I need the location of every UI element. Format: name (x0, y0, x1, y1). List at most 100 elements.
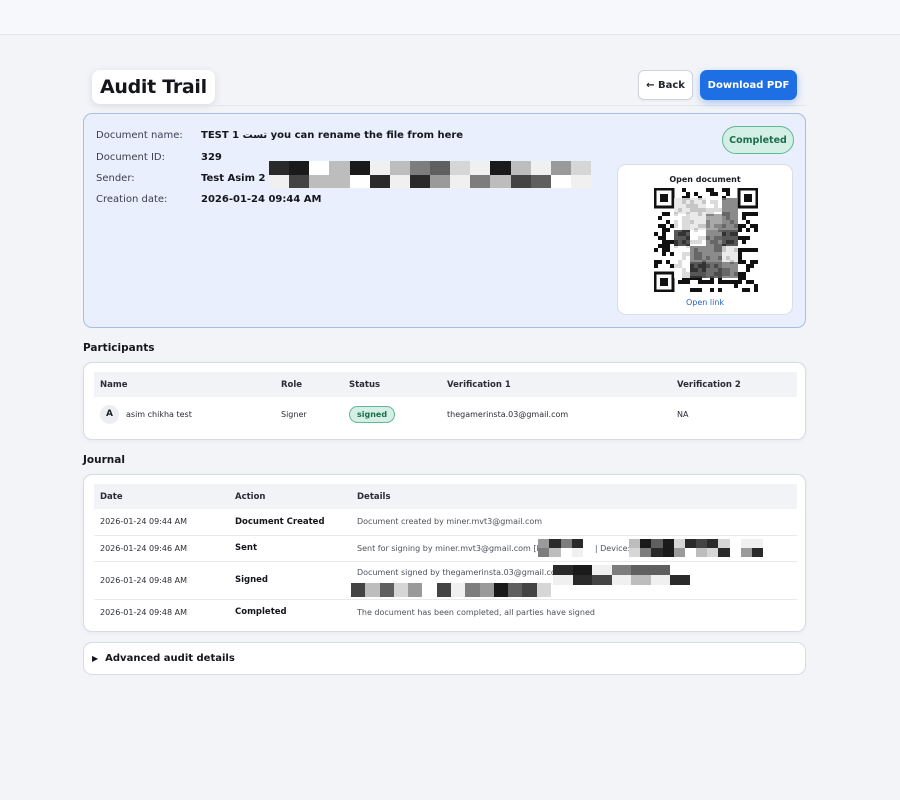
redaction-block (379, 582, 394, 597)
qr-module (750, 224, 754, 228)
redaction-block (365, 582, 380, 597)
qr-module (738, 236, 742, 240)
sender-value: Test Asim 2 (201, 172, 266, 184)
redaction-block (560, 538, 572, 548)
qr-module (698, 280, 702, 284)
qr-module (726, 192, 730, 196)
qr-module (658, 216, 662, 220)
redaction-block (450, 582, 466, 597)
redaction-block (289, 161, 310, 175)
download-pdf-button[interactable]: Download PDF (700, 70, 797, 100)
back-button[interactable]: ← Back (638, 70, 693, 100)
qr-module (726, 280, 730, 284)
redaction-block (490, 174, 511, 188)
qr-module (746, 288, 750, 292)
redaction-block (389, 174, 410, 188)
redaction-block (522, 582, 537, 597)
qr-module (738, 260, 742, 264)
document-id-label: Document ID: (96, 151, 166, 163)
sender-label: Sender: (96, 172, 135, 184)
table-row: 2026-01-24 09:44 AM Document Created Doc… (94, 509, 797, 536)
redaction-block (592, 564, 612, 575)
page-title-box: Audit Trail (92, 70, 215, 104)
redaction-block (510, 174, 531, 188)
qr-code-icon[interactable] (654, 188, 758, 292)
participants-table: Name Role Status Verification 1 Verifica… (94, 372, 797, 431)
redaction-block (740, 547, 752, 557)
triangle-right-icon: ▶ (92, 654, 99, 663)
redaction-block (611, 564, 632, 575)
qr-module (706, 280, 710, 284)
qr-module (658, 244, 662, 248)
redaction-block (493, 582, 509, 597)
qr-blur-block (674, 214, 690, 230)
qr-module (746, 268, 750, 272)
redaction-block (465, 582, 480, 597)
qr-blur-block (706, 246, 722, 262)
qr-module (710, 192, 714, 196)
qr-module (654, 232, 658, 236)
qr-module (662, 252, 666, 256)
qr-module (738, 224, 742, 228)
qr-blur-block (706, 262, 722, 278)
redaction-block (309, 161, 330, 175)
qr-module (666, 228, 670, 232)
top-bar (0, 0, 900, 35)
qr-blur-block (722, 198, 738, 214)
redaction-block (707, 547, 719, 557)
redaction-block (592, 574, 612, 585)
redaction-block (740, 538, 752, 548)
qr-module (666, 260, 670, 264)
qr-module (750, 248, 754, 252)
qr-module (722, 280, 726, 284)
creation-date-value: 2026-01-24 09:44 AM (201, 193, 322, 205)
redaction-block (611, 574, 632, 585)
table-row: 2026-01-24 09:46 AM Sent Sent for signin… (94, 535, 797, 562)
qr-blur-block (706, 198, 722, 214)
journal-action: Sent (229, 535, 351, 562)
redaction-block (430, 174, 451, 188)
redaction-block (549, 538, 561, 548)
qr-module (746, 220, 750, 224)
qr-module (678, 280, 682, 284)
redaction-block (673, 547, 685, 557)
col-verification-1: Verification 1 (441, 372, 671, 397)
qr-blur-block (706, 214, 722, 230)
journal-action: Signed (229, 561, 351, 600)
sender-row: Sender: Test Asim 2 (96, 171, 265, 185)
redaction-block (549, 547, 561, 557)
redaction-block (536, 582, 551, 597)
qr-module (746, 236, 750, 240)
qr-blur-block (722, 246, 738, 262)
redaction-block (329, 161, 350, 175)
redaction-block (631, 564, 651, 575)
redaction-block (351, 582, 366, 597)
qr-module (666, 220, 670, 224)
qr-module (686, 280, 690, 284)
qr-blur-block (706, 230, 722, 246)
journal-date: 2026-01-24 09:48 AM (100, 607, 188, 617)
col-role: Role (275, 372, 343, 397)
qr-module (750, 280, 754, 284)
document-id-value: 329 (201, 151, 222, 163)
redaction-block (650, 574, 671, 585)
qr-module (754, 248, 758, 252)
qr-blur-block (722, 230, 738, 246)
qr-module (670, 264, 674, 268)
qr-blur-block (674, 198, 690, 214)
open-link[interactable]: Open link (618, 298, 792, 307)
redaction-block (553, 564, 573, 575)
redacted-sender-email (269, 161, 591, 188)
qr-module (738, 276, 742, 280)
redaction-block (430, 161, 451, 175)
redaction-block (560, 547, 572, 557)
qr-module (654, 264, 658, 268)
redaction-block (393, 582, 409, 597)
redaction-block (629, 547, 641, 557)
qr-module (658, 260, 662, 264)
redaction-block (718, 538, 730, 548)
advanced-audit-details-toggle[interactable]: ▶ Advanced audit details (83, 642, 806, 675)
redaction-block (651, 538, 663, 548)
redaction-block (269, 161, 290, 175)
qr-module (662, 248, 666, 252)
